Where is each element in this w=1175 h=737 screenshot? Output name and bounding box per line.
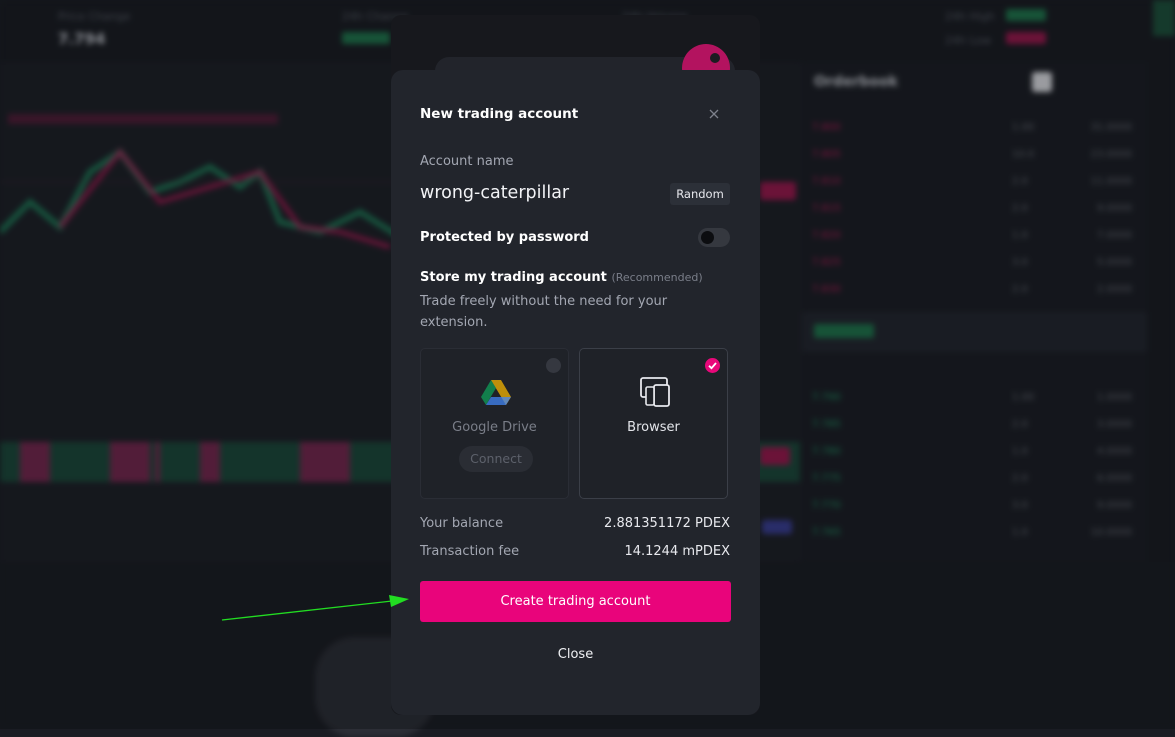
annotation-arrow	[221, 595, 409, 621]
